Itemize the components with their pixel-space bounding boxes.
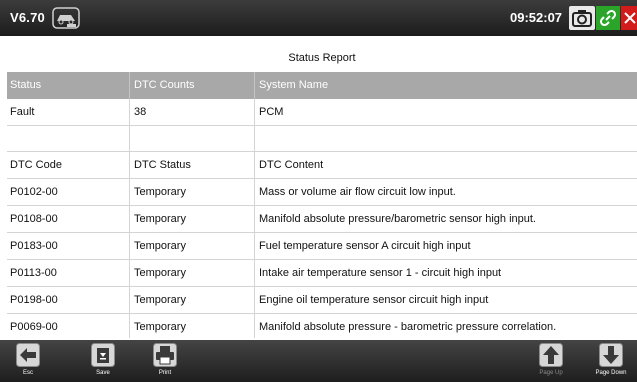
link-icon[interactable] (596, 6, 620, 30)
dtc-row[interactable]: P0198-00 Temporary Engine oil temperatur… (7, 287, 637, 314)
dtc-code: P0183-00 (10, 240, 58, 252)
page-down-button[interactable]: Page Down (588, 342, 634, 382)
dtc-status: Temporary (134, 321, 186, 333)
page-down-label: Page Down (595, 370, 627, 376)
header-dtc-content: DTC Content (259, 159, 324, 171)
summary-system-name: PCM (259, 106, 284, 118)
save-button[interactable]: Save (80, 342, 126, 382)
dtc-row[interactable]: P0108-00 Temporary Manifold absolute pre… (7, 206, 637, 233)
arrow-down-icon (599, 343, 623, 367)
dtc-code: P0069-00 (10, 321, 58, 333)
save-label: Save (96, 370, 110, 376)
summary-row[interactable]: Fault 38 PCM (7, 99, 637, 126)
dtc-status: Temporary (134, 294, 186, 306)
dtc-content: Manifold absolute pressure - barometric … (259, 321, 557, 333)
top-status-bar: V6.70 09:52:07 (0, 0, 637, 36)
clock-time: 09:52:07 (510, 10, 563, 25)
dtc-status: Temporary (134, 267, 186, 279)
summary-status: Fault (10, 106, 35, 118)
dtc-content: Manifold absolute pressure/barometric se… (259, 213, 536, 225)
report-title: Status Report (288, 52, 356, 64)
dtc-row[interactable]: P0102-00 Temporary Mass or volume air fl… (7, 179, 637, 206)
dtc-code: P0198-00 (10, 294, 58, 306)
back-arrow-icon (16, 343, 40, 367)
bottom-toolbar: Esc Save Print Page Up Page Down (0, 340, 637, 382)
print-label: Print (158, 370, 172, 376)
dtc-row[interactable]: P0113-00 Temporary Intake air temperatur… (7, 260, 637, 287)
software-version: V6.70 (10, 10, 45, 25)
header-status: Status (10, 79, 42, 91)
print-button[interactable]: Print (142, 342, 188, 382)
summary-dtc-count: 38 (134, 106, 147, 118)
dtc-content: Mass or volume air flow circuit low inpu… (259, 186, 456, 198)
header-system-name: System Name (259, 79, 329, 91)
status-report-panel: Status Report Status DTC Counts System N… (7, 44, 637, 338)
blank-row (7, 126, 637, 152)
header-dtc-counts: DTC Counts (134, 79, 195, 91)
printer-icon (153, 343, 177, 367)
dtc-content: Fuel temperature sensor A circuit high i… (259, 240, 471, 252)
dtc-content: Intake air temperature sensor 1 - circui… (259, 267, 502, 279)
arrow-up-icon (539, 343, 563, 367)
dtc-row[interactable]: P0183-00 Temporary Fuel temperature sens… (7, 233, 637, 260)
dtc-code: P0108-00 (10, 213, 58, 225)
dtc-status: Temporary (134, 186, 186, 198)
dtc-code: P0102-00 (10, 186, 58, 198)
close-icon[interactable] (621, 6, 637, 30)
vehicle-vin-icon[interactable] (52, 6, 80, 30)
dtc-header-row: DTC Code DTC Status DTC Content (7, 152, 637, 179)
esc-button[interactable]: Esc (5, 342, 51, 382)
dtc-status: Temporary (134, 213, 186, 225)
save-icon (91, 343, 115, 367)
dtc-code: P0113-00 (10, 267, 57, 279)
dtc-content: Engine oil temperature sensor circuit hi… (259, 294, 489, 306)
esc-label: Esc (22, 370, 33, 376)
page-up-button[interactable]: Page Up (528, 342, 574, 382)
dtc-status: Temporary (134, 240, 186, 252)
dtc-row[interactable]: P0069-00 Temporary Manifold absolute pre… (7, 314, 637, 338)
header-dtc-code: DTC Code (10, 159, 62, 171)
camera-icon[interactable] (569, 6, 595, 30)
summary-header-row: Status DTC Counts System Name (7, 72, 637, 99)
header-dtc-status: DTC Status (134, 159, 191, 171)
page-up-label: Page Up (539, 370, 563, 376)
